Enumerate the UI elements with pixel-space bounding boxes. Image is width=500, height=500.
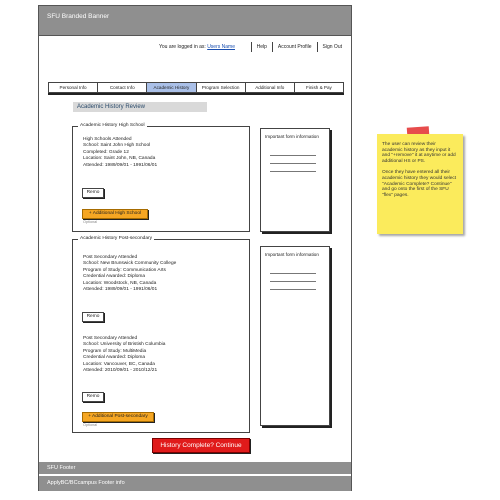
- footer-info: ApplyBC/BCcampus Footer info: [39, 476, 351, 491]
- tab-finish-pay[interactable]: Finish & Pay: [293, 83, 344, 92]
- entry-line: Attended: 2010/09/01 - 2010/12/21: [83, 368, 158, 374]
- optional-label: Optional: [83, 423, 98, 427]
- tab-contact-info[interactable]: Contact Info: [97, 83, 147, 92]
- footer-title: SFU Footer: [47, 465, 76, 471]
- banner: SFU Branded Banner: [39, 6, 351, 36]
- placeholder-line: [270, 155, 316, 156]
- info-text: Important form information: [265, 252, 319, 257]
- add-high-school-button[interactable]: + Additional High School: [82, 209, 148, 219]
- remove-high-school-button[interactable]: Remo: [82, 188, 104, 198]
- entry-line: Attended: 1989/09/01 - 1991/06/01: [83, 162, 158, 168]
- step-tabs: Personal Info Contact Info Academic Hist…: [48, 82, 344, 93]
- tab-academic-history[interactable]: Academic History: [146, 83, 196, 92]
- remove-post-secondary-button[interactable]: Remo: [82, 392, 104, 402]
- history-complete-continue-button[interactable]: History Complete? Continue: [152, 438, 250, 453]
- placeholder-line: [270, 171, 316, 172]
- help-link[interactable]: Help: [250, 42, 272, 52]
- tab-program-selection[interactable]: Program Selection: [195, 83, 245, 92]
- info-panel-post-secondary: Important form information: [260, 246, 330, 426]
- entry-line: School: New Brunswick Community College: [83, 261, 177, 267]
- info-text: Important form information: [265, 134, 319, 139]
- add-post-secondary-button[interactable]: + Additional Post-secondary: [82, 412, 154, 422]
- note-paragraph: The user can review their academic histo…: [382, 142, 456, 164]
- user-bar: You are logged in as: Users Name Help Ac…: [39, 42, 351, 54]
- note-paragraph: Once they have entered all their academi…: [382, 170, 457, 198]
- username-link[interactable]: Users Name: [207, 44, 235, 50]
- tab-personal-info[interactable]: Personal Info: [49, 83, 98, 92]
- tab-additional-info[interactable]: Additional Info: [244, 83, 294, 92]
- placeholder-line: [270, 273, 316, 274]
- application-page: SFU Branded Banner You are logged in as:…: [38, 5, 352, 491]
- optional-label: Optional: [83, 220, 98, 224]
- account-profile-link[interactable]: Account Profile: [271, 42, 317, 52]
- top-links: Help Account Profile Sign Out: [250, 42, 347, 52]
- post-secondary-legend: Academic History Post-secondary: [78, 236, 154, 241]
- footer: SFU Footer: [39, 462, 351, 474]
- banner-title: SFU Branded Banner: [47, 13, 110, 20]
- high-school-entry: High Schools Attended School: Saint John…: [83, 137, 157, 169]
- post-secondary-entry: Post Secondary Attended School: Universi…: [83, 336, 165, 374]
- sticky-note: The user can review their academic histo…: [377, 134, 463, 234]
- entry-line: School: Saint John High School: [83, 143, 151, 149]
- remove-post-secondary-button[interactable]: Remo: [82, 312, 104, 322]
- logged-in-prefix: You are logged in as:: [159, 44, 206, 50]
- info-panel-high-school: Important form information: [260, 128, 330, 232]
- entry-line: School: University of Bristish Columbia: [83, 342, 166, 348]
- post-secondary-section: Academic History Post-secondary Post Sec…: [72, 236, 250, 433]
- high-school-legend: Academic History High School: [78, 123, 147, 128]
- high-school-section: Academic History High School High School…: [72, 123, 250, 232]
- entry-line: Attended: 1989/09/01 - 1991/06/01: [83, 287, 158, 293]
- page-title: Academic History Review: [73, 102, 207, 112]
- footer-subtitle: ApplyBC/BCcampus Footer info: [47, 480, 125, 486]
- placeholder-line: [270, 281, 316, 282]
- logged-in-status: You are logged in as: Users Name: [159, 44, 235, 50]
- post-secondary-entry: Post Secondary Attended School: New Brun…: [83, 255, 176, 293]
- placeholder-line: [270, 289, 316, 290]
- entry-line: Location: Saint John, NB, Canada: [83, 156, 156, 162]
- placeholder-line: [270, 163, 316, 164]
- sign-out-link[interactable]: Sign Out: [316, 42, 347, 52]
